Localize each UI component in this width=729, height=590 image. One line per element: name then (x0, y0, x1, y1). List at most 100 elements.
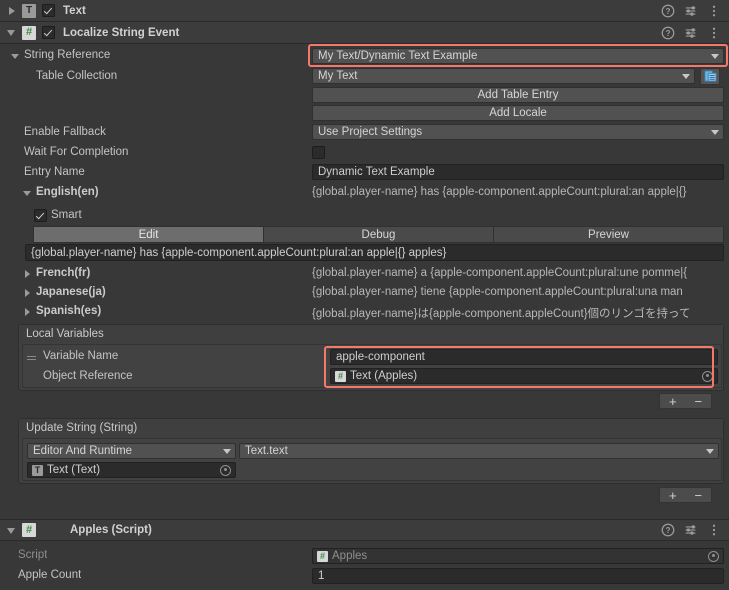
object-picker-icon[interactable] (702, 371, 713, 382)
editor-tabstrip: Edit Debug Preview (33, 226, 724, 243)
tab-preview[interactable]: Preview (493, 226, 724, 243)
chevron-down-icon (711, 54, 719, 59)
table-collection-row: Table Collection My Text (0, 68, 729, 86)
svg-text:?: ? (666, 7, 671, 16)
enable-fallback-dropdown[interactable]: Use Project Settings (312, 124, 724, 140)
apple-count-row: Apple Count 1 (0, 568, 729, 586)
variable-object-reference-field[interactable]: # Text (Apples) (330, 368, 718, 384)
preset-icon[interactable] (684, 26, 698, 40)
entry-name-input[interactable]: Dynamic Text Example (312, 164, 724, 180)
tab-preview-label: Preview (588, 229, 629, 241)
locale-preview-english: {global.player-name} has {apple-componen… (312, 186, 729, 198)
wait-for-completion-checkbox[interactable] (312, 146, 325, 159)
preset-icon[interactable] (684, 523, 698, 537)
callback-method-dropdown[interactable]: Text.text (239, 443, 719, 459)
remove-local-variable-button[interactable]: − (686, 394, 712, 408)
localize-string-event-enabled-checkbox[interactable] (42, 26, 55, 39)
smart-checkbox[interactable] (34, 209, 47, 222)
add-locale-label: Add Locale (489, 107, 547, 119)
locale-row-spanish[interactable]: Spanish(es) {global.player-name}は{apple-… (0, 304, 729, 320)
help-icon[interactable]: ? (661, 4, 675, 18)
callback-mode-dropdown[interactable]: Editor And Runtime (27, 443, 236, 459)
tab-edit-label: Edit (139, 229, 159, 241)
locale-row-japanese[interactable]: Japanese(ja) {global.player-name} tiene … (0, 285, 729, 301)
apple-count-label: Apple Count (18, 569, 81, 581)
object-picker-icon[interactable] (708, 551, 719, 562)
add-table-entry-button[interactable]: Add Table Entry (312, 87, 724, 103)
table-collection-dropdown[interactable]: My Text (312, 68, 695, 84)
more-menu-icon[interactable] (707, 26, 721, 40)
locale-row-english[interactable]: English(en) {global.player-name} has {ap… (0, 185, 729, 201)
script-value: Apples (332, 550, 708, 562)
enable-fallback-row: Enable Fallback Use Project Settings (0, 124, 729, 142)
remove-local-variable-label: − (694, 395, 702, 408)
string-reference-value: My Text/Dynamic Text Example (318, 50, 706, 62)
component-header-localize-string-event[interactable]: # Localize String Event ? (0, 22, 729, 44)
update-string-callback-list: Editor And Runtime Text.text T Text (Tex… (22, 438, 722, 481)
tab-debug-label: Debug (362, 229, 396, 241)
csharp-script-icon: # (22, 523, 36, 537)
component-header-text[interactable]: T Text ? (0, 0, 729, 22)
wait-for-completion-label: Wait For Completion (24, 146, 128, 158)
variable-name-label: Variable Name (43, 350, 118, 362)
foldout-string-reference[interactable] (10, 50, 21, 61)
update-string-add-remove: + − (659, 487, 712, 503)
locale-name-french: French(fr) (36, 267, 90, 279)
help-icon[interactable]: ? (661, 523, 675, 537)
add-callback-button[interactable]: + (660, 488, 686, 502)
chevron-down-icon (223, 449, 231, 454)
string-reference-dropdown[interactable]: My Text/Dynamic Text Example (312, 48, 724, 64)
add-locale-button[interactable]: Add Locale (312, 105, 724, 121)
tab-debug[interactable]: Debug (263, 226, 493, 243)
smart-label: Smart (51, 209, 82, 221)
text-component-enabled-checkbox[interactable] (42, 4, 55, 17)
wait-for-completion-row: Wait For Completion (0, 144, 729, 162)
text-component-icon: T (32, 465, 43, 476)
foldout-locale-english[interactable] (22, 187, 33, 198)
entry-name-value: Dynamic Text Example (318, 166, 435, 178)
component-header-apples-script[interactable]: # Apples (Script) ? (0, 519, 729, 541)
localized-string-editor-value: {global.player-name} has {apple-componen… (31, 247, 446, 259)
text-component-header-actions: ? (661, 4, 725, 18)
localize-string-event-header-actions: ? (661, 26, 725, 40)
remove-callback-button[interactable]: − (686, 488, 712, 502)
more-menu-icon[interactable] (707, 523, 721, 537)
foldout-locale-french[interactable] (22, 268, 33, 279)
localized-string-editor-input[interactable]: {global.player-name} has {apple-componen… (25, 244, 724, 261)
script-label: Script (18, 549, 47, 561)
foldout-text-component[interactable] (6, 4, 19, 17)
callback-method-value: Text.text (245, 445, 701, 457)
callback-target-object-field[interactable]: T Text (Text) (27, 462, 236, 478)
open-table-editor-icon[interactable] (700, 68, 720, 85)
text-component-icon: T (22, 4, 36, 18)
drag-handle-icon[interactable] (27, 351, 37, 362)
foldout-apples-script[interactable] (6, 524, 19, 537)
add-local-variable-label: + (669, 395, 677, 408)
locale-row-french[interactable]: French(fr) {global.player-name} a {apple… (0, 266, 729, 282)
entry-name-label: Entry Name (24, 166, 85, 178)
object-picker-icon[interactable] (220, 465, 231, 476)
foldout-localize-string-event[interactable] (6, 26, 19, 39)
locale-name-spanish: Spanish(es) (36, 305, 101, 317)
csharp-script-icon: # (335, 371, 346, 382)
apple-count-input[interactable]: 1 (312, 568, 724, 584)
help-icon[interactable]: ? (661, 26, 675, 40)
variable-object-reference-value: Text (Apples) (350, 370, 702, 382)
apples-script-title: Apples (Script) (70, 524, 152, 536)
table-collection-label: Table Collection (36, 70, 117, 82)
more-menu-icon[interactable] (707, 4, 721, 18)
script-object-field: # Apples (312, 548, 724, 564)
smart-row: Smart (0, 208, 729, 224)
apples-script-header-actions: ? (661, 523, 725, 537)
variable-name-row: Variable Name (27, 350, 118, 362)
callback-target-object-value: Text (Text) (47, 464, 220, 476)
add-local-variable-button[interactable]: + (660, 394, 686, 408)
update-string-section: Update String (String) Editor And Runtim… (18, 418, 724, 484)
script-row: Script # Apples (0, 548, 729, 566)
preset-icon[interactable] (684, 4, 698, 18)
tab-edit[interactable]: Edit (33, 226, 263, 243)
enable-fallback-value: Use Project Settings (318, 126, 706, 138)
foldout-locale-japanese[interactable] (22, 287, 33, 298)
foldout-locale-spanish[interactable] (22, 306, 33, 317)
variable-name-input[interactable]: apple-component (330, 349, 718, 365)
